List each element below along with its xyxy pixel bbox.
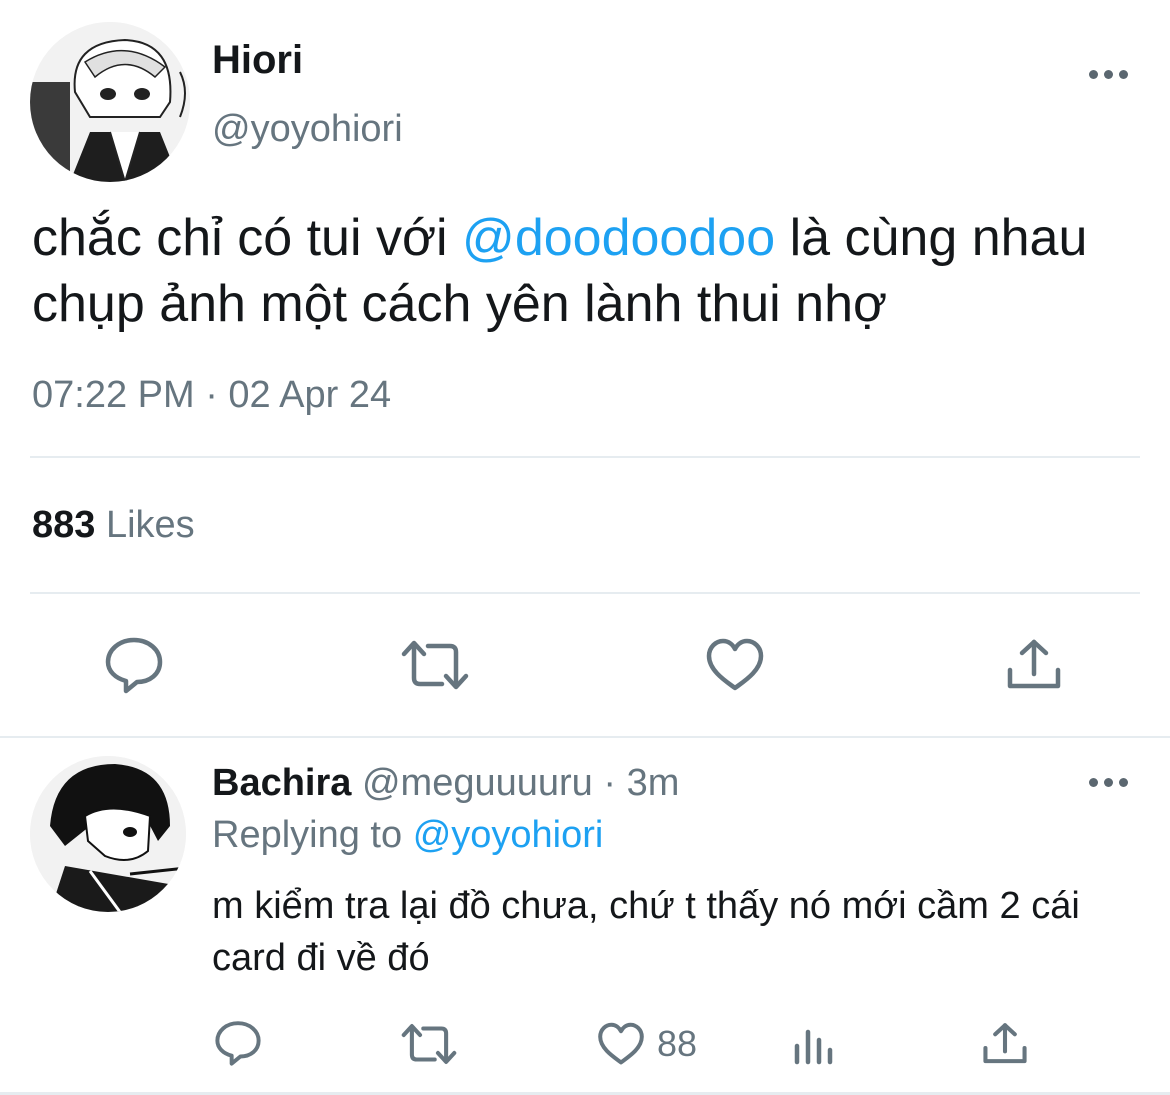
reply-like-icon (597, 1022, 645, 1066)
divider (30, 456, 1140, 458)
share-icon[interactable] (1006, 638, 1062, 692)
avatar-image (30, 22, 190, 182)
avatar[interactable] (30, 22, 190, 182)
tweet-text: chắc chỉ có tui với @doodoodoo là cùng n… (32, 205, 1132, 337)
display-name[interactable]: Hiori (212, 38, 303, 83)
reply-avatar-image (30, 756, 186, 912)
reply-share-icon[interactable] (982, 1022, 1028, 1066)
mention-link[interactable]: @doodoodoo (462, 209, 775, 267)
analytics-icon[interactable] (792, 1026, 834, 1066)
replying-to-link[interactable]: @yoyohiori (413, 814, 604, 856)
retweet-icon[interactable] (400, 638, 470, 692)
divider (0, 736, 1170, 738)
likes-count: 883 (32, 504, 96, 546)
reply-retweet-icon[interactable] (400, 1022, 458, 1066)
divider (30, 592, 1140, 594)
replying-to-line: Replying to @yoyohiori (212, 814, 603, 857)
reply-time[interactable]: · 3m (603, 762, 679, 804)
reply-avatar[interactable] (30, 756, 186, 912)
user-handle[interactable]: @yoyohiori (212, 108, 403, 151)
reply-text: m kiểm tra lại đồ chưa, chứ t thấy nó mớ… (212, 885, 1080, 979)
replying-to-label: Replying to (212, 814, 403, 856)
reply-more-options-icon[interactable] (1089, 778, 1128, 787)
reply-header: Bachira @meguuuuru · 3m (212, 762, 679, 805)
reply-display-name[interactable]: Bachira (212, 762, 351, 804)
likes-stat[interactable]: 883 Likes (32, 504, 195, 547)
like-icon[interactable] (705, 638, 765, 692)
reply-like[interactable]: 88 (597, 1022, 697, 1066)
reply-reply-icon[interactable] (214, 1020, 262, 1066)
more-options-icon[interactable] (1089, 70, 1128, 79)
reply-user-handle[interactable]: @meguuuuru (362, 762, 593, 804)
reply-icon[interactable] (104, 636, 164, 694)
tweet-text-before: chắc chỉ có tui với (32, 209, 463, 267)
reply-like-count: 88 (657, 1023, 698, 1064)
likes-label: Likes (105, 504, 195, 546)
tweet-timestamp[interactable]: 07:22 PM · 02 Apr 24 (32, 374, 391, 417)
